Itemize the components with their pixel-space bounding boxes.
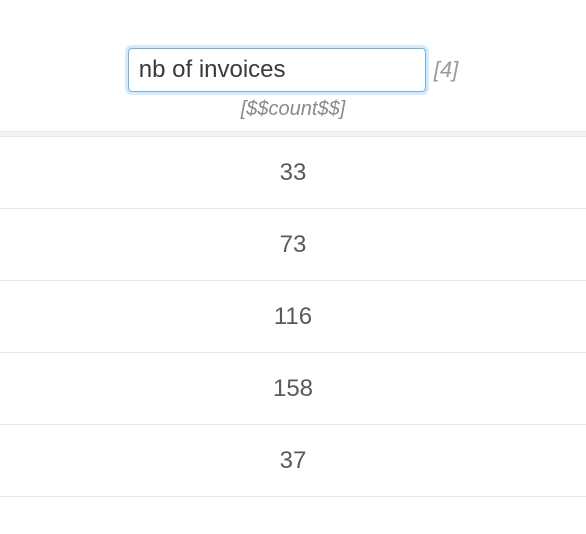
- column-title-input[interactable]: [128, 48, 426, 92]
- table-row: 158: [0, 353, 586, 425]
- table-row: 73: [0, 209, 586, 281]
- title-row: [4]: [0, 48, 586, 92]
- column-index-tag: [4]: [434, 57, 458, 83]
- table-row: 33: [0, 137, 586, 209]
- column-expression-tag: [$$count$$]: [0, 98, 586, 121]
- table-row: 37: [0, 425, 586, 497]
- table-row: 116: [0, 281, 586, 353]
- column-header: [4] [$$count$$]: [0, 0, 586, 131]
